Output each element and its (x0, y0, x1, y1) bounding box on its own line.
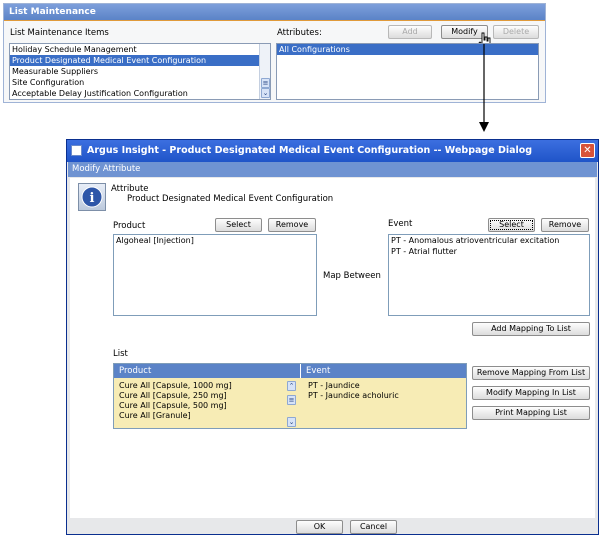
attribute-all-configurations[interactable]: All Configurations (277, 44, 538, 55)
mapping-product-2[interactable]: Cure All [Capsule, 250 mg] (117, 391, 285, 401)
add-button[interactable]: Add (388, 25, 432, 39)
mapping-event-1[interactable]: PT - Jaundice (306, 381, 466, 391)
scroll-thumb-icon[interactable]: ≡ (261, 78, 270, 88)
event-item-1[interactable]: PT - Anomalous atrioventricular excitati… (389, 235, 589, 246)
event-remove-button[interactable]: Remove (541, 218, 589, 232)
remove-mapping-button[interactable]: Remove Mapping From List (472, 366, 590, 380)
info-icon: i (78, 183, 106, 211)
mapping-scrollbar[interactable]: ⌃ ≡ ⌄ (286, 381, 297, 427)
mapping-scroll-up-icon[interactable]: ⌃ (287, 381, 296, 391)
attribute-value: Product Designated Medical Event Configu… (127, 194, 334, 204)
print-mapping-button[interactable]: Print Mapping List (472, 406, 590, 420)
event-select-button[interactable]: Select (488, 218, 535, 232)
product-label: Product (113, 221, 146, 231)
items-scrollbar[interactable]: ≡ ⌄ (259, 44, 270, 99)
svg-text:i: i (90, 191, 95, 206)
attributes-label: Attributes: (277, 28, 322, 38)
list-item-site[interactable]: Site Configuration (10, 77, 270, 88)
mapping-table: Product Event Cure All [Capsule, 1000 mg… (113, 363, 467, 429)
list-maintenance-header: List Maintenance (4, 4, 545, 20)
list-label: List (113, 349, 128, 359)
ok-button[interactable]: OK (296, 520, 343, 534)
mapping-product-3[interactable]: Cure All [Capsule, 500 mg] (117, 401, 285, 411)
list-maintenance-items-list[interactable]: Holiday Schedule Management Product Desi… (9, 43, 271, 100)
product-remove-button[interactable]: Remove (268, 218, 316, 232)
attributes-list[interactable]: All Configurations (276, 43, 539, 100)
list-item-delay[interactable]: Acceptable Delay Justification Configura… (10, 88, 270, 99)
list-maintenance-panel: List Maintenance List Maintenance Items … (3, 3, 546, 103)
event-list[interactable]: PT - Anomalous atrioventricular excitati… (388, 234, 590, 316)
cancel-button[interactable]: Cancel (350, 520, 397, 534)
attribute-label: Attribute (111, 184, 149, 194)
col-header-event: Event (306, 366, 331, 376)
mapping-product-4[interactable]: Cure All [Granule] (117, 411, 285, 421)
list-maintenance-title: List Maintenance (9, 7, 96, 17)
list-maintenance-items-label: List Maintenance Items (10, 28, 109, 38)
event-item-2[interactable]: PT - Atrial flutter (389, 246, 589, 257)
modify-mapping-button[interactable]: Modify Mapping In List (472, 386, 590, 400)
mapping-product-1[interactable]: Cure All [Capsule, 1000 mg] (117, 381, 285, 391)
product-item[interactable]: Algoheal [Injection] (114, 235, 316, 246)
mapping-event-2[interactable]: PT - Jaundice acholuric (306, 391, 466, 401)
list-item-measurable[interactable]: Measurable Suppliers (10, 66, 270, 77)
dialog-content: i Attribute Product Designated Medical E… (70, 178, 595, 518)
col-header-product: Product (119, 366, 152, 376)
map-between-label: Map Between (323, 271, 381, 281)
close-icon[interactable]: ✕ (580, 143, 595, 158)
webpage-dialog: Argus Insight - Product Designated Medic… (66, 139, 599, 535)
list-item-holiday[interactable]: Holiday Schedule Management (10, 44, 270, 55)
mapping-products[interactable]: Cure All [Capsule, 1000 mg] Cure All [Ca… (117, 381, 285, 421)
add-mapping-button[interactable]: Add Mapping To List (472, 322, 590, 336)
mapping-scroll-down-icon[interactable]: ⌄ (287, 417, 296, 427)
product-list[interactable]: Algoheal [Injection] (113, 234, 317, 316)
dialog-titlebar: Argus Insight - Product Designated Medic… (67, 140, 598, 162)
event-label: Event (388, 219, 413, 229)
dialog-title: Argus Insight - Product Designated Medic… (87, 145, 533, 156)
ie-icon (71, 145, 82, 156)
modify-attribute-header: Modify Attribute (68, 162, 597, 177)
product-select-button[interactable]: Select (215, 218, 262, 232)
connector-arrow (479, 44, 489, 132)
mapping-table-header: Product Event (114, 364, 466, 378)
modify-attribute-title: Modify Attribute (72, 164, 141, 174)
mapping-scroll-thumb-icon[interactable]: ≡ (287, 395, 296, 405)
delete-button[interactable]: Delete (493, 25, 539, 39)
mapping-events[interactable]: PT - Jaundice PT - Jaundice acholuric (306, 381, 466, 401)
scroll-down-icon[interactable]: ⌄ (261, 88, 270, 98)
list-item-pdme[interactable]: Product Designated Medical Event Configu… (10, 55, 270, 66)
